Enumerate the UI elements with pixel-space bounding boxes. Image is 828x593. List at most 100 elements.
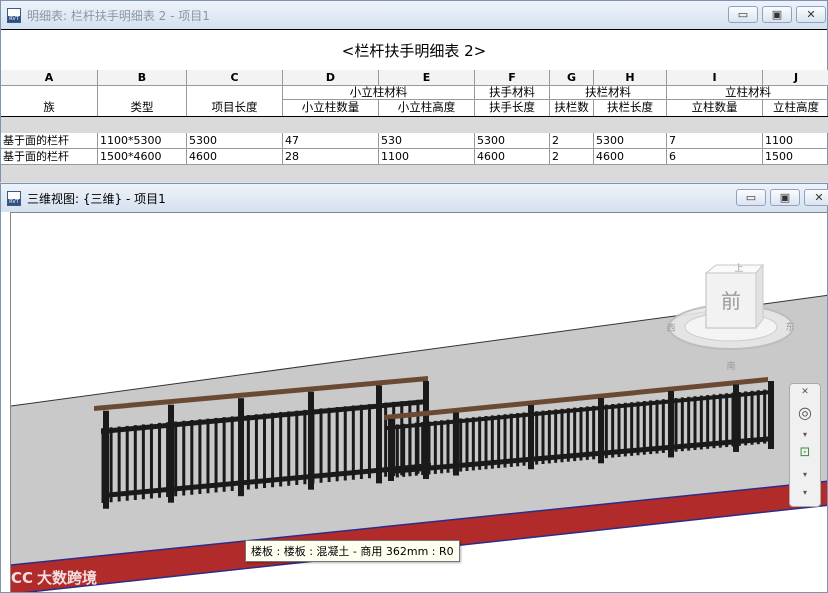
column-letter[interactable]: A	[1, 70, 98, 86]
column-letter[interactable]: E	[379, 70, 475, 86]
field-header[interactable]: 类型	[98, 100, 187, 116]
empty-cell	[98, 86, 187, 100]
group-header: 立柱材料	[667, 86, 828, 100]
table-cell[interactable]: 5300	[594, 133, 667, 149]
railing-post	[733, 384, 739, 452]
table-cell[interactable]: 4600	[187, 149, 283, 165]
table-cell[interactable]: 7	[667, 133, 763, 149]
table-cell[interactable]: 5300	[187, 133, 283, 149]
table-cell[interactable]: 530	[379, 133, 475, 149]
view-window-title: 三维视图: {三维} - 项目1	[27, 191, 166, 206]
column-letter[interactable]: B	[98, 70, 187, 86]
railing-post	[308, 391, 314, 490]
column-letter[interactable]: D	[283, 70, 379, 86]
table-cell[interactable]: 基于面的栏杆	[1, 133, 98, 149]
table-cell[interactable]: 1500*4600	[98, 149, 187, 165]
schedule-titlebar[interactable]: 明细表: 栏杆扶手明细表 2 - 项目1 ▭ ▣ ✕	[1, 1, 827, 29]
restore-icon: ▣	[771, 8, 783, 21]
close-button[interactable]: ✕	[804, 189, 828, 206]
chevron-down-icon[interactable]: ▾	[795, 482, 815, 502]
restore-button[interactable]: ▣	[770, 189, 800, 206]
field-header-row: 族 类型 项目长度 小立柱数量 小立柱高度 扶手长度 扶栏数 扶栏长度 立柱数量…	[1, 100, 828, 117]
minimize-button[interactable]: ▭	[728, 6, 758, 23]
close-button[interactable]: ✕	[796, 6, 826, 23]
chevron-down-icon[interactable]: ▾	[795, 424, 815, 444]
railing-post	[238, 398, 244, 497]
navigation-bar[interactable]: ✕ ◎ ▾ ⊡ ▾ ▾	[789, 383, 821, 507]
table-cell[interactable]: 4600	[594, 149, 667, 165]
table-cell[interactable]: 1100*5300	[98, 133, 187, 149]
schedule-body: <栏杆扶手明细表 2> A B C D E F G H I J 小立柱材料 扶手…	[1, 29, 828, 182]
empty-cell	[1, 86, 98, 100]
column-letter[interactable]: F	[475, 70, 550, 86]
table-cell[interactable]: 1100	[379, 149, 475, 165]
restore-icon: ▣	[779, 191, 791, 204]
field-header[interactable]: 扶手长度	[475, 100, 550, 116]
table-cell[interactable]: 6	[667, 149, 763, 165]
3d-viewport[interactable]: 前 上 西 东 南 ✕ ◎ ▾ ⊡ ▾ ▾ 楼板 : 楼板 : 混凝土 - 商用…	[10, 212, 827, 592]
field-header[interactable]: 项目长度	[187, 100, 283, 116]
field-header[interactable]: 小立柱高度	[379, 100, 475, 116]
viewcube-compass-south[interactable]: 南	[726, 360, 735, 372]
table-cell[interactable]: 47	[283, 133, 379, 149]
column-letter[interactable]: C	[187, 70, 283, 86]
watermark: CC 大数跨境	[11, 567, 97, 588]
empty-cell	[187, 86, 283, 100]
field-header[interactable]: 立柱高度	[763, 100, 828, 116]
chevron-down-icon[interactable]: ▾	[795, 464, 815, 484]
group-header-row: 小立柱材料 扶手材料 扶栏材料 立柱材料	[1, 86, 828, 100]
table-cell[interactable]: 28	[283, 149, 379, 165]
table-cell[interactable]: 2	[550, 149, 594, 165]
viewcube-face-label[interactable]: 前	[721, 289, 741, 313]
restore-button[interactable]: ▣	[762, 6, 792, 23]
table-cell[interactable]: 1100	[763, 133, 828, 149]
schedule-window-title: 明细表: 栏杆扶手明细表 2 - 项目1	[27, 8, 210, 23]
railing-post	[168, 404, 174, 503]
viewcube-compass-west[interactable]: 西	[666, 323, 675, 334]
minimize-icon: ▭	[745, 191, 757, 204]
schedule-empty-area	[1, 165, 828, 182]
close-icon: ✕	[814, 191, 824, 204]
viewcube-compass-east[interactable]: 东	[785, 321, 794, 333]
schedule-window: 明细表: 栏杆扶手明细表 2 - 项目1 ▭ ▣ ✕ <栏杆扶手明细表 2> A…	[0, 0, 828, 182]
table-cell[interactable]: 4600	[475, 149, 550, 165]
table-cell[interactable]: 基于面的栏杆	[1, 149, 98, 165]
table-cell[interactable]: 2	[550, 133, 594, 149]
column-letter[interactable]: I	[667, 70, 763, 86]
railing-post	[388, 419, 394, 481]
field-header[interactable]: 小立柱数量	[283, 100, 379, 116]
schedule-spacer-band	[1, 117, 828, 133]
column-letter-row: A B C D E F G H I J	[1, 70, 828, 86]
column-letter[interactable]: H	[594, 70, 667, 86]
minimize-icon: ▭	[737, 8, 749, 21]
watermark-text: 大数跨境	[37, 569, 98, 587]
view-titlebar[interactable]: 三维视图: {三维} - 项目1 ▭ ▣ ✕	[1, 184, 828, 212]
minimize-button[interactable]: ▭	[736, 189, 766, 206]
table-cell[interactable]: 1500	[763, 149, 828, 165]
table-row[interactable]: 基于面的栏杆 1500*4600 4600 28 1100 4600 2 460…	[1, 149, 828, 165]
revit-file-icon	[7, 190, 21, 206]
column-letter[interactable]: G	[550, 70, 594, 86]
schedule-title: <栏杆扶手明细表 2>	[1, 29, 827, 71]
viewcube-top-label[interactable]: 上	[734, 263, 743, 274]
revit-file-icon	[7, 7, 21, 23]
column-letter[interactable]: J	[763, 70, 828, 86]
field-header[interactable]: 立柱数量	[667, 100, 763, 116]
field-header[interactable]: 扶栏数	[550, 100, 594, 116]
group-header: 小立柱材料	[283, 86, 475, 100]
railing-post	[103, 410, 109, 509]
steering-wheel-icon[interactable]: ◎	[795, 402, 815, 422]
table-row[interactable]: 基于面的栏杆 1100*5300 5300 47 530 5300 2 5300…	[1, 133, 828, 149]
group-header: 扶手材料	[475, 86, 550, 100]
railing-post	[376, 385, 382, 484]
close-icon[interactable]: ✕	[795, 386, 815, 398]
zoom-icon[interactable]: ⊡	[795, 442, 815, 462]
field-header[interactable]: 族	[1, 100, 98, 116]
model-canvas[interactable]: 前 上 西 东 南	[11, 213, 827, 592]
railing-post	[668, 391, 674, 458]
field-header[interactable]: 扶栏长度	[594, 100, 667, 116]
railing-post	[453, 412, 459, 476]
element-tooltip: 楼板 : 楼板 : 混凝土 - 商用 362mm : R0	[245, 540, 460, 562]
table-cell[interactable]: 5300	[475, 133, 550, 149]
watermark-logo-icon: CC	[11, 568, 34, 587]
